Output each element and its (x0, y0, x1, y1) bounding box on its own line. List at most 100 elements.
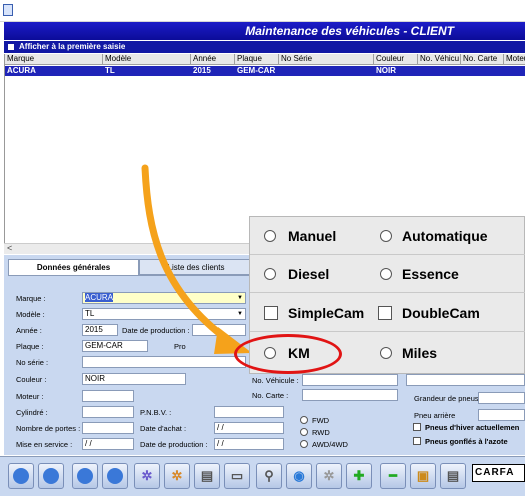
arrow-down-last-icon (107, 468, 123, 484)
portes-field[interactable] (82, 422, 134, 434)
annee-label: Année : (16, 326, 42, 335)
scroll-left-arrow[interactable]: < (7, 243, 12, 253)
marque-label: Marque : (16, 294, 46, 303)
delete-button[interactable]: ━ (380, 463, 406, 489)
km-highlight-circle (234, 334, 342, 374)
col-header-moteur[interactable]: Moteur (504, 54, 525, 65)
rear-tire-label: Pneu arrière (414, 411, 456, 420)
report-button[interactable]: ▭ (224, 463, 250, 489)
arrow-up-first-icon (13, 468, 29, 484)
manual-radio[interactable] (264, 230, 276, 242)
production-field2[interactable]: / / (214, 438, 284, 450)
rear-tire-field[interactable] (478, 409, 525, 421)
print-all-button[interactable]: ▤ (440, 463, 466, 489)
achat-field[interactable]: / / (214, 422, 284, 434)
app-icon (3, 4, 13, 16)
winter-tires-checkbox[interactable] (413, 423, 421, 431)
table-row[interactable]: ACURA TL 2015 GEM-CAR NOIR (5, 66, 525, 76)
document-icon: ▭ (230, 468, 244, 483)
page-title: Maintenance des véhicules - CLIENT (245, 24, 454, 38)
vehicule-label: No. Véhicule : (252, 376, 299, 385)
doublecam-checkbox[interactable] (378, 306, 392, 320)
previous-page-button[interactable] (38, 463, 64, 489)
print-button[interactable]: ▤ (194, 463, 220, 489)
gear-disabled-icon: ✲ (323, 468, 335, 483)
nitrogen-checkbox[interactable] (413, 437, 421, 445)
col-header-serie[interactable]: No Série (279, 54, 374, 65)
right-field[interactable] (406, 374, 525, 386)
fwd-radio[interactable] (300, 416, 308, 424)
grid-header: Marque Modèle Année Plaque No Série Coul… (5, 54, 525, 65)
save-icon: ▣ (416, 468, 430, 483)
next-page-button[interactable] (72, 463, 98, 489)
search-button[interactable]: ⚲ (256, 463, 282, 489)
col-header-marque[interactable]: Marque (5, 54, 103, 65)
couleur-label: Couleur : (16, 375, 47, 384)
carfax-button[interactable]: CARFA (472, 464, 525, 482)
col-header-carte[interactable]: No. Carte (461, 54, 504, 65)
col-header-modele[interactable]: Modèle (103, 54, 191, 65)
add-button[interactable]: ✚ (346, 463, 372, 489)
miles-radio[interactable] (380, 347, 392, 359)
simplecam-checkbox[interactable] (264, 306, 278, 320)
carfax-label: CARFA (475, 467, 515, 478)
show-first-checkbox[interactable] (8, 44, 14, 50)
service-field[interactable]: / / (82, 438, 134, 450)
bottom-toolbar: ✲ ✲ ▤ ▭ ⚲ ◉ ✲ ✚ ━ ▣ ▤ (0, 456, 525, 496)
doublecam-label: DoubleCam (402, 305, 480, 321)
page-header: Maintenance des véhicules - CLIENT (4, 22, 525, 40)
simplecam-label: SimpleCam (288, 305, 365, 321)
plaque-label: Plaque : (16, 342, 44, 351)
awd-radio[interactable] (300, 440, 308, 448)
cell-plaque: GEM-CAR (237, 66, 276, 75)
eye-icon: ◉ (293, 468, 305, 483)
rwd-label: RWD (312, 428, 330, 437)
plus-icon: ✚ (353, 468, 365, 483)
col-header-annee[interactable]: Année (191, 54, 235, 65)
awd-label: AWD/4WD (312, 440, 348, 449)
col-header-plaque[interactable]: Plaque (235, 54, 279, 65)
first-record-button[interactable] (8, 463, 34, 489)
cam-row: SimpleCam DoubleCam (250, 294, 525, 332)
carte-field[interactable] (302, 389, 398, 401)
col-header-vehicule[interactable]: No. Véhicu (418, 54, 461, 65)
show-first-row[interactable]: Afficher à la première saisie (4, 41, 525, 53)
cell-modele: TL (105, 66, 115, 75)
vehicule-field[interactable] (302, 374, 398, 386)
tools-button[interactable]: ✲ (164, 463, 190, 489)
pnbv-field[interactable] (214, 406, 284, 418)
minus-icon: ━ (389, 468, 397, 483)
modele-value: TL (85, 309, 95, 318)
couleur-field[interactable]: NOIR (82, 373, 186, 385)
save-button[interactable]: ▣ (410, 463, 436, 489)
view-button[interactable]: ◉ (286, 463, 312, 489)
automatic-radio[interactable] (380, 230, 392, 242)
nitrogen-label: Pneus gonflés à l'azote (425, 437, 508, 446)
transmission-row: Manuel Automatique (250, 217, 525, 255)
settings-button[interactable]: ✲ (134, 463, 160, 489)
plaque-value: GEM-CAR (85, 341, 123, 350)
fwd-label: FWD (312, 416, 330, 425)
tire-size-field[interactable] (478, 392, 525, 404)
cell-annee: 2015 (193, 66, 211, 75)
pnbv-label: P.N.B.V. : (140, 408, 172, 417)
gear-icon: ✲ (141, 468, 153, 483)
col-header-couleur[interactable]: Couleur (374, 54, 418, 65)
annee-field[interactable]: 2015 (82, 324, 118, 336)
essence-radio[interactable] (380, 268, 392, 280)
carte-label: No. Carte : (252, 391, 289, 400)
rwd-radio[interactable] (300, 428, 308, 436)
service-label: Mise en service : (16, 440, 73, 449)
printer-icon: ▤ (200, 468, 214, 483)
serie-label: No série : (16, 358, 49, 367)
manual-label: Manuel (288, 228, 337, 244)
disabled-button[interactable]: ✲ (316, 463, 342, 489)
last-record-button[interactable] (102, 463, 128, 489)
diesel-radio[interactable] (264, 268, 276, 280)
miles-label: Miles (402, 345, 438, 361)
moteur-field[interactable] (82, 390, 134, 402)
service-value: / / (85, 439, 92, 448)
cell-marque: ACURA (7, 66, 36, 75)
show-first-label: Afficher à la première saisie (19, 42, 126, 51)
cylindre-field[interactable] (82, 406, 134, 418)
